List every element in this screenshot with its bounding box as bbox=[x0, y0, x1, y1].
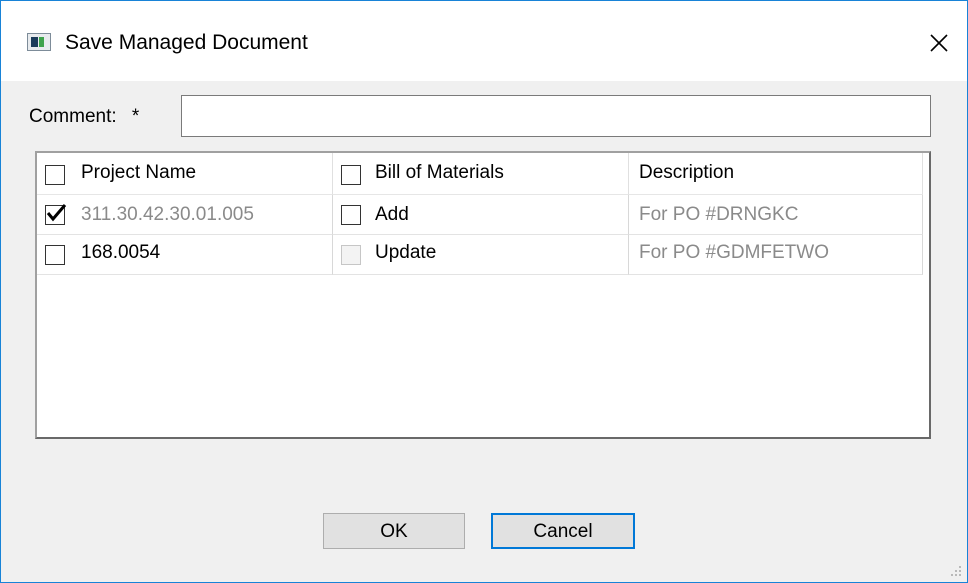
project-checkbox[interactable] bbox=[45, 204, 67, 225]
window-title: Save Managed Document bbox=[65, 31, 308, 54]
comment-label: Comment: * bbox=[29, 105, 139, 129]
description-cell: For PO #GDMFETWO bbox=[629, 235, 923, 275]
title-bar: Save Managed Document bbox=[1, 1, 967, 81]
table-header: Project Name Bill of Materials Descripti… bbox=[37, 153, 925, 195]
table-row[interactable]: 168.0054 Update For PO #GDMFETWO bbox=[37, 235, 925, 275]
cancel-button[interactable]: Cancel bbox=[491, 513, 635, 549]
ok-button[interactable]: OK bbox=[323, 513, 465, 549]
bom-label: Add bbox=[375, 204, 409, 225]
description-cell: For PO #DRNGKC bbox=[629, 195, 923, 235]
project-name-cell: 311.30.42.30.01.005 bbox=[37, 195, 333, 235]
select-all-bom-checkbox[interactable] bbox=[341, 165, 361, 185]
bom-cell: Update bbox=[333, 235, 629, 275]
close-button[interactable] bbox=[919, 25, 959, 61]
column-header-description[interactable]: Description bbox=[629, 153, 923, 195]
project-name: 168.0054 bbox=[81, 242, 161, 263]
bom-checkbox[interactable] bbox=[341, 205, 361, 225]
project-name: 311.30.42.30.01.005 bbox=[81, 204, 254, 225]
table-row[interactable]: 311.30.42.30.01.005 Add For PO #DRNGKC bbox=[37, 195, 925, 235]
project-checkbox[interactable] bbox=[45, 245, 65, 265]
bom-checkbox bbox=[341, 245, 361, 265]
description-text: For PO #DRNGKC bbox=[639, 204, 799, 225]
comment-input[interactable] bbox=[181, 95, 931, 137]
bom-label: Update bbox=[375, 242, 437, 263]
select-all-projects-checkbox[interactable] bbox=[45, 165, 65, 185]
project-table: Project Name Bill of Materials Descripti… bbox=[35, 151, 931, 439]
column-header-label: Project Name bbox=[81, 162, 197, 183]
column-header-label: Bill of Materials bbox=[375, 162, 504, 183]
column-header-label: Description bbox=[639, 162, 735, 183]
required-marker: * bbox=[131, 106, 140, 127]
resize-grip-icon[interactable] bbox=[949, 564, 961, 576]
bom-cell: Add bbox=[333, 195, 629, 235]
column-header-bill-of-materials[interactable]: Bill of Materials bbox=[333, 153, 629, 195]
app-window-icon bbox=[27, 33, 51, 51]
project-name-cell: 168.0054 bbox=[37, 235, 333, 275]
column-header-project-name[interactable]: Project Name bbox=[37, 153, 333, 195]
checkmark-icon bbox=[46, 204, 67, 222]
description-text: For PO #GDMFETWO bbox=[639, 242, 829, 263]
comment-label-text: Comment: bbox=[29, 106, 117, 127]
save-managed-document-dialog: Save Managed Document Comment: * Project… bbox=[0, 0, 968, 583]
close-icon bbox=[930, 34, 948, 52]
